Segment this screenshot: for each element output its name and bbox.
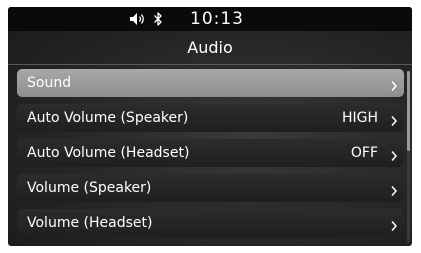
chevron-right-icon (390, 182, 398, 196)
menu-item-label: Volume (Headset) (27, 215, 153, 231)
chevron-right-icon (390, 147, 398, 161)
page-title: Audio (187, 38, 233, 57)
chevron-right-icon (390, 77, 398, 91)
scrollbar-thumb[interactable] (407, 71, 410, 151)
menu-item-label: Auto Volume (Headset) (27, 145, 190, 161)
status-bar: 10:13 (8, 7, 412, 31)
menu-item-label: Auto Volume (Speaker) (27, 110, 189, 126)
audio-settings-screen: 10:13 Audio Sound Auto Volume (Speaker) … (8, 7, 412, 246)
chevron-right-icon (390, 112, 398, 126)
menu-item-auto-volume-headset[interactable]: Auto Volume (Headset) OFF (17, 139, 404, 167)
menu-item-value: OFF (350, 145, 378, 161)
clock-time: 10:13 (190, 9, 244, 29)
menu-item-label: Volume (Speaker) (27, 180, 152, 196)
speaker-sound-icon (129, 11, 147, 27)
menu-item-volume-headset[interactable]: Volume (Headset) (17, 209, 404, 237)
chevron-right-icon (390, 217, 398, 231)
title-divider (8, 64, 412, 65)
menu-item-label: Sound (27, 75, 72, 91)
bluetooth-icon (153, 11, 163, 27)
title-bar: Audio (8, 31, 412, 65)
menu-item-value: HIGH (341, 110, 378, 126)
menu-item-sound[interactable]: Sound (17, 69, 404, 97)
menu-item-volume-speaker[interactable]: Volume (Speaker) (17, 174, 404, 202)
menu-item-auto-volume-speaker[interactable]: Auto Volume (Speaker) HIGH (17, 104, 404, 132)
